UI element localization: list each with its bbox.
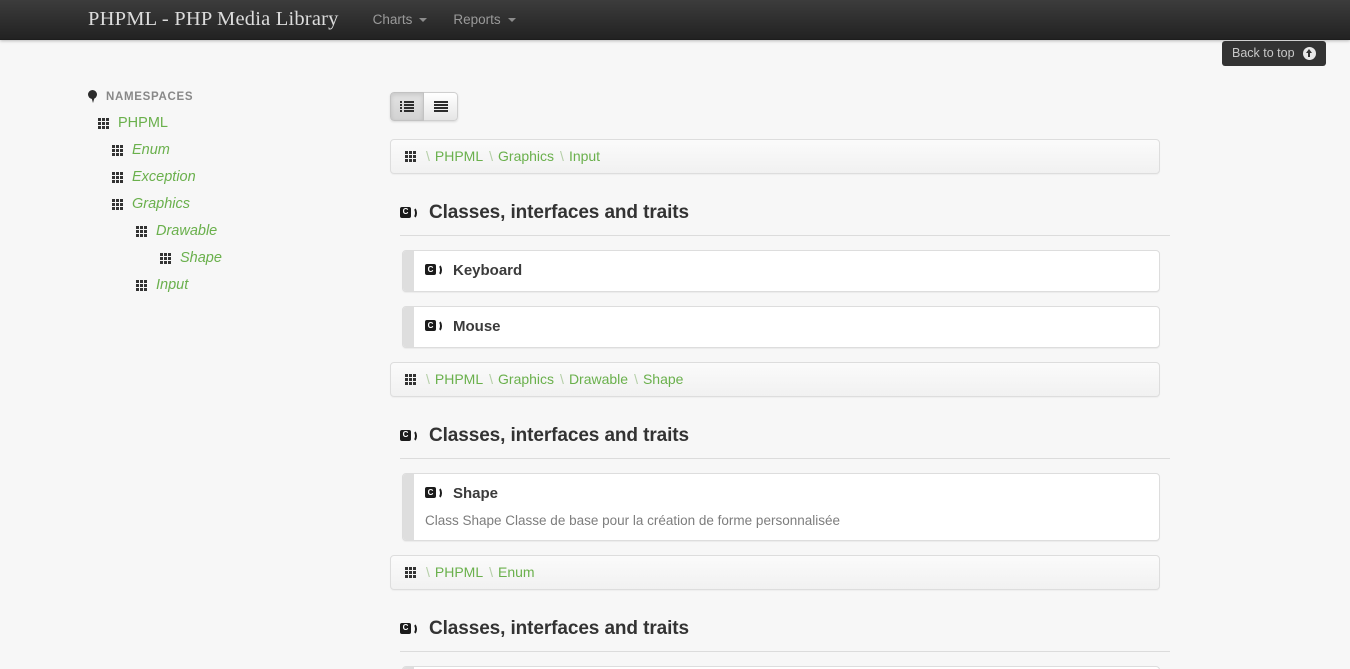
class-name-link[interactable]: Mouse — [453, 318, 501, 335]
breadcrumb-separator: \ — [560, 371, 564, 387]
list-ul-icon — [400, 101, 414, 112]
th-icon — [112, 198, 123, 210]
class-list: C Shape Class Shape Classe de base pour … — [390, 473, 1270, 541]
nav-item-charts-label: Charts — [372, 12, 413, 27]
sidebar-item-label: Drawable — [156, 223, 218, 239]
breadcrumb: \ PHPML \ Graphics \ Input — [390, 139, 1160, 174]
breadcrumb-item: \ Shape — [634, 371, 683, 387]
class-icon: C — [400, 206, 417, 220]
breadcrumb-link-input[interactable]: Input — [569, 148, 600, 164]
page-title: Classes, interfaces and traits — [429, 202, 689, 223]
section-heading: C Classes, interfaces and traits — [400, 618, 1170, 652]
sidebar-item-label: Graphics — [132, 196, 191, 212]
breadcrumb-separator: \ — [634, 371, 638, 387]
breadcrumb-crumbs: \ PHPML \ Enum — [426, 564, 541, 580]
caret-down-icon — [507, 17, 516, 22]
nav-item-reports-label: Reports — [453, 12, 501, 27]
top-navbar: PHPML - PHP Media Library Charts Reports… — [0, 0, 1350, 66]
th-icon — [112, 171, 123, 183]
breadcrumb-link-shape[interactable]: Shape — [643, 371, 683, 387]
align-justify-icon — [433, 101, 448, 112]
breadcrumb-item: \ PHPML — [426, 371, 483, 387]
breadcrumb-item: \ Enum — [489, 564, 534, 580]
breadcrumb-item: \ Graphics — [489, 148, 554, 164]
namespaces-header-label: NAMESPACES — [106, 90, 194, 103]
th-icon — [98, 117, 109, 129]
class-description: Class Shape Classe de base pour la créat… — [425, 513, 840, 528]
view-mode-toggle-group — [390, 92, 458, 121]
th-icon — [405, 373, 416, 385]
breadcrumb-link-graphics[interactable]: Graphics — [498, 148, 554, 164]
breadcrumb-item: \ Input — [560, 148, 600, 164]
class-panel-shape[interactable]: C Shape Class Shape Classe de base pour … — [402, 473, 1160, 541]
th-icon — [160, 252, 171, 264]
breadcrumb-link-phpml[interactable]: PHPML — [435, 371, 483, 387]
breadcrumb-item: \ Drawable — [560, 371, 628, 387]
breadcrumb-link-drawable[interactable]: Drawable — [569, 371, 628, 387]
sidebar-item-label: Input — [156, 277, 189, 293]
sidebar-item-label: Exception — [132, 169, 196, 185]
app-brand-title[interactable]: PHPML - PHP Media Library — [88, 8, 339, 31]
back-to-top-label: Back to top — [1232, 46, 1295, 60]
navbar-menu: Charts Reports — [360, 0, 529, 40]
class-icon: C — [425, 264, 442, 277]
class-panel-keyboard[interactable]: C Keyboard — [402, 250, 1160, 292]
page-body: NAMESPACES PHPML Enum Exception Graphics — [0, 40, 1350, 669]
th-icon — [405, 150, 416, 162]
breadcrumb-separator: \ — [560, 148, 564, 164]
page-title: Classes, interfaces and traits — [429, 618, 689, 639]
sidebar-item-label: Shape — [180, 250, 222, 266]
caret-down-icon — [419, 17, 428, 22]
breadcrumb: \ PHPML \ Enum — [390, 555, 1160, 590]
th-icon — [136, 279, 147, 291]
page-title: Classes, interfaces and traits — [429, 425, 689, 446]
th-icon — [136, 225, 147, 237]
breadcrumb: \ PHPML \ Graphics \ Drawable \ Shape — [390, 362, 1160, 397]
class-title: C Keyboard — [425, 262, 1143, 279]
breadcrumb-crumbs: \ PHPML \ Graphics \ Drawable \ Shape — [426, 371, 689, 387]
map-marker-icon — [88, 90, 97, 103]
th-icon — [112, 144, 123, 156]
breadcrumb-crumbs: \ PHPML \ Graphics \ Input — [426, 148, 606, 164]
breadcrumb-link-phpml[interactable]: PHPML — [435, 148, 483, 164]
sidebar-item-label: Enum — [132, 142, 170, 158]
back-to-top-tooltip[interactable]: Back to top — [1222, 41, 1326, 66]
class-icon: C — [400, 622, 417, 636]
breadcrumb-item: \ PHPML — [426, 148, 483, 164]
breadcrumb-separator: \ — [489, 148, 494, 164]
breadcrumb-separator: \ — [489, 371, 494, 387]
class-icon: C — [425, 487, 442, 500]
section-heading: C Classes, interfaces and traits — [400, 425, 1170, 459]
main-content: \ PHPML \ Graphics \ Input C Classes, inter… — [390, 90, 1270, 669]
sections-container: \ PHPML \ Graphics \ Input C Classes, inter… — [390, 139, 1270, 669]
nav-item-charts[interactable]: Charts — [360, 0, 441, 40]
class-title: C Mouse — [425, 318, 1143, 335]
nav-item-reports[interactable]: Reports — [440, 0, 528, 40]
section-heading: C Classes, interfaces and traits — [400, 202, 1170, 236]
breadcrumb-link-enum[interactable]: Enum — [498, 564, 535, 580]
class-list: C Keyboard C Mouse — [390, 250, 1270, 348]
detail-view-button[interactable] — [424, 92, 458, 121]
breadcrumb-item: \ Graphics — [489, 371, 554, 387]
list-view-button[interactable] — [390, 92, 424, 121]
arrow-circle-up-icon — [1302, 46, 1316, 60]
breadcrumb-separator: \ — [426, 564, 430, 580]
breadcrumb-separator: \ — [426, 148, 430, 164]
class-name-link[interactable]: Shape — [453, 485, 498, 502]
breadcrumb-link-graphics[interactable]: Graphics — [498, 371, 554, 387]
th-icon — [405, 566, 416, 578]
class-icon: C — [425, 320, 442, 333]
breadcrumb-separator: \ — [426, 371, 430, 387]
class-panel-mouse[interactable]: C Mouse — [402, 306, 1160, 348]
class-icon: C — [400, 429, 417, 443]
breadcrumb-link-phpml[interactable]: PHPML — [435, 564, 483, 580]
sidebar-item-label: PHPML — [118, 115, 168, 131]
class-title: C Shape — [425, 485, 1143, 502]
breadcrumb-item: \ PHPML — [426, 564, 483, 580]
breadcrumb-separator: \ — [489, 564, 494, 580]
class-name-link[interactable]: Keyboard — [453, 262, 522, 279]
